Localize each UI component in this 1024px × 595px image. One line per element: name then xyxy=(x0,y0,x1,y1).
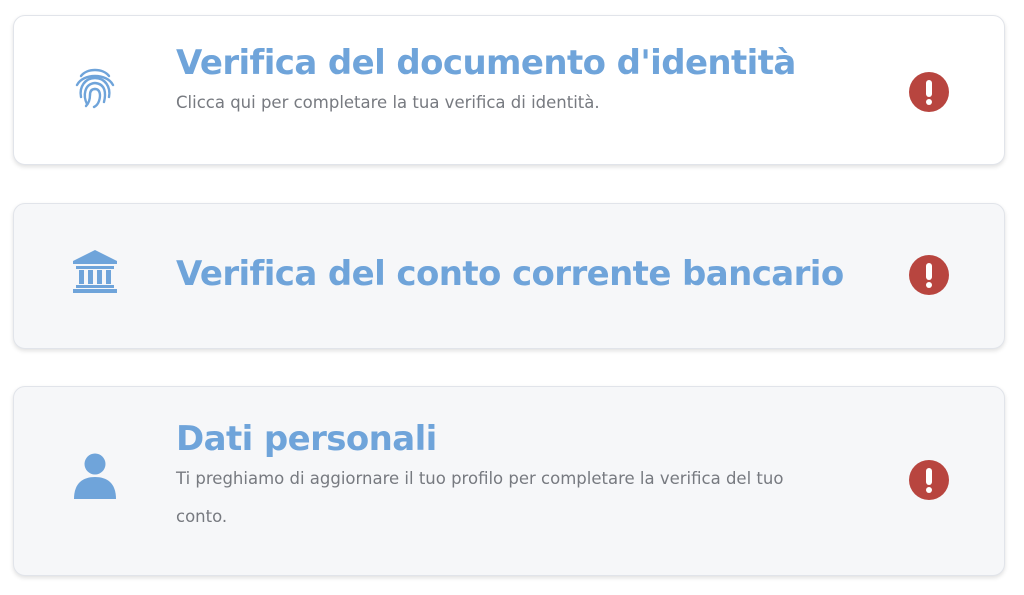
card-title: Dati personali xyxy=(176,419,437,459)
card-description: Ti preghiamo di aggiornare il tuo profil… xyxy=(176,469,784,526)
card-description: Clicca qui per completare la tua verific… xyxy=(176,93,600,112)
exclamation-circle-icon xyxy=(909,460,949,500)
exclamation-circle-icon xyxy=(909,255,949,295)
exclamation-circle-icon xyxy=(909,72,949,112)
card-title: Verifica del documento d'identità xyxy=(176,43,796,83)
fingerprint-icon xyxy=(72,64,118,110)
card-title: Verifica del conto corrente bancario xyxy=(176,254,844,294)
bank-account-verification-card[interactable]: Verifica del conto corrente bancario xyxy=(13,203,1005,349)
bank-icon xyxy=(72,248,118,294)
personal-data-card[interactable]: Dati personali Ti preghiamo di aggiornar… xyxy=(13,386,1005,576)
identity-verification-card[interactable]: Verifica del documento d'identità Clicca… xyxy=(13,15,1005,165)
user-icon xyxy=(72,453,118,499)
